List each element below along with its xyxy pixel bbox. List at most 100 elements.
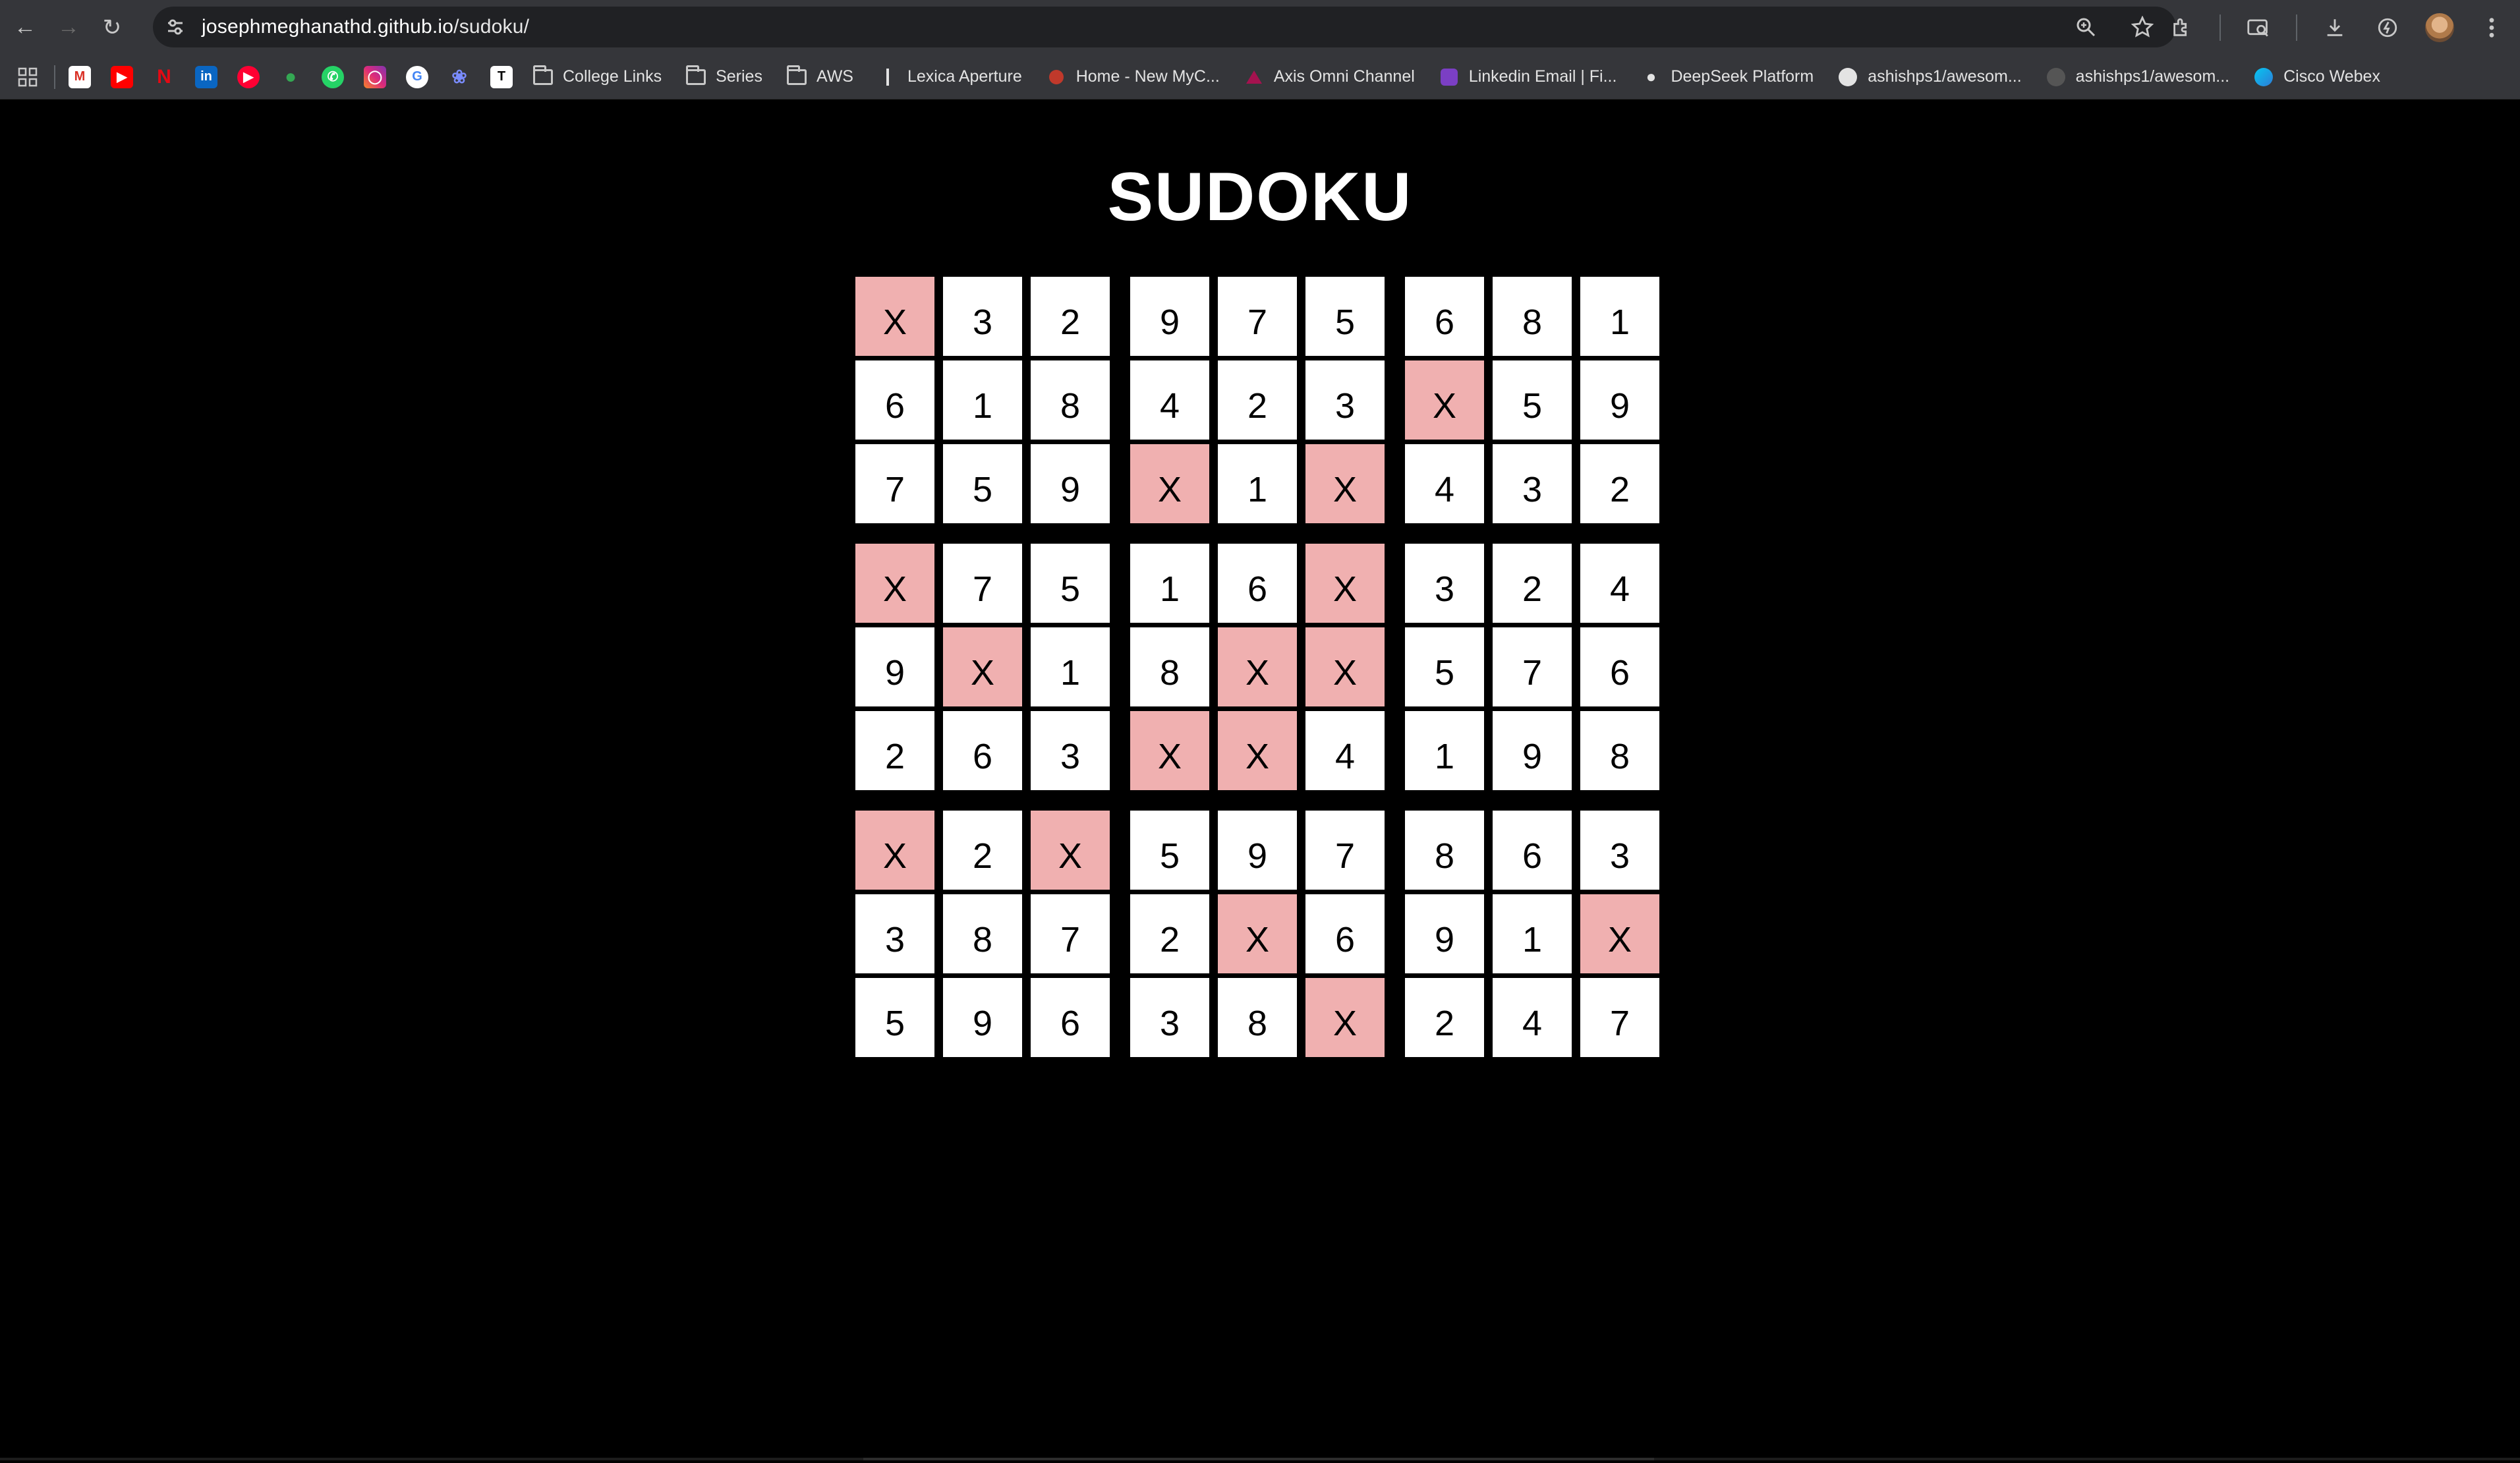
google-maps-icon[interactable]: ● [279, 66, 302, 88]
sudoku-cell-r6-c7[interactable]: 1 [1405, 711, 1484, 790]
sudoku-cell-r4-c9[interactable]: 4 [1580, 544, 1659, 623]
sudoku-cell-r6-c6[interactable]: 4 [1305, 711, 1385, 790]
sudoku-cell-r5-c7[interactable]: 5 [1405, 627, 1484, 706]
chatgpt-icon[interactable]: ❀ [448, 66, 471, 88]
bookmark-college-links[interactable]: College Links [532, 65, 662, 88]
sudoku-cell-r6-c4[interactable]: X [1130, 711, 1209, 790]
profile-avatar[interactable] [2425, 13, 2454, 42]
sudoku-cell-r9-c9[interactable]: 7 [1580, 978, 1659, 1057]
sudoku-cell-r8-c1[interactable]: 3 [855, 894, 934, 973]
sudoku-cell-r2-c1[interactable]: 6 [855, 360, 934, 440]
sudoku-cell-r7-c1[interactable]: X [855, 811, 934, 890]
whatsapp-icon[interactable]: ✆ [322, 65, 344, 88]
sudoku-cell-r7-c2[interactable]: 2 [943, 811, 1022, 890]
sudoku-cell-r8-c3[interactable]: 7 [1031, 894, 1110, 973]
sudoku-cell-r8-c5[interactable]: X [1218, 894, 1297, 973]
sudoku-cell-r8-c6[interactable]: 6 [1305, 894, 1385, 973]
sudoku-cell-r8-c8[interactable]: 1 [1493, 894, 1572, 973]
sudoku-cell-r7-c4[interactable]: 5 [1130, 811, 1209, 890]
gmail-icon[interactable]: M [69, 65, 91, 88]
site-settings-icon[interactable] [162, 14, 188, 40]
sudoku-cell-r4-c5[interactable]: 6 [1218, 544, 1297, 623]
sudoku-cell-r1-c2[interactable]: 3 [943, 277, 1022, 356]
sudoku-cell-r3-c1[interactable]: 7 [855, 444, 934, 523]
sudoku-cell-r2-c2[interactable]: 1 [943, 360, 1022, 440]
bookmark-deepseek-platform[interactable]: ● DeepSeek Platform [1640, 67, 1814, 88]
back-button[interactable]: ← [7, 9, 43, 46]
sudoku-cell-r3-c6[interactable]: X [1305, 444, 1385, 523]
sudoku-cell-r6-c1[interactable]: 2 [855, 711, 934, 790]
sudoku-cell-r9-c3[interactable]: 6 [1031, 978, 1110, 1057]
sudoku-cell-r5-c1[interactable]: 9 [855, 627, 934, 706]
sudoku-cell-r6-c2[interactable]: 6 [943, 711, 1022, 790]
sudoku-cell-r7-c5[interactable]: 9 [1218, 811, 1297, 890]
sudoku-cell-r3-c5[interactable]: 1 [1218, 444, 1297, 523]
instagram-icon[interactable]: ◯ [364, 65, 386, 88]
bookmark-aws[interactable]: AWS [786, 65, 853, 88]
sudoku-cell-r5-c8[interactable]: 7 [1493, 627, 1572, 706]
sudoku-cell-r5-c5[interactable]: X [1218, 627, 1297, 706]
sudoku-cell-r6-c8[interactable]: 9 [1493, 711, 1572, 790]
sudoku-cell-r9-c2[interactable]: 9 [943, 978, 1022, 1057]
sudoku-cell-r1-c9[interactable]: 1 [1580, 277, 1659, 356]
bookmark-cisco-webex[interactable]: Cisco Webex [2253, 67, 2380, 88]
sudoku-cell-r5-c3[interactable]: 1 [1031, 627, 1110, 706]
sudoku-cell-r7-c3[interactable]: X [1031, 811, 1110, 890]
tab-search-icon[interactable] [2243, 13, 2274, 43]
sudoku-cell-r1-c6[interactable]: 5 [1305, 277, 1385, 356]
sudoku-cell-r9-c6[interactable]: X [1305, 978, 1385, 1057]
sudoku-cell-r6-c9[interactable]: 8 [1580, 711, 1659, 790]
sudoku-cell-r4-c1[interactable]: X [855, 544, 934, 623]
sudoku-cell-r3-c7[interactable]: 4 [1405, 444, 1484, 523]
sudoku-cell-r3-c3[interactable]: 9 [1031, 444, 1110, 523]
url-text[interactable]: josephmeghanathd.github.io/sudoku/ [202, 16, 529, 38]
sudoku-cell-r6-c3[interactable]: 3 [1031, 711, 1110, 790]
sudoku-cell-r8-c2[interactable]: 8 [943, 894, 1022, 973]
sudoku-cell-r9-c7[interactable]: 2 [1405, 978, 1484, 1057]
forward-button[interactable]: → [50, 9, 87, 46]
sudoku-cell-r2-c8[interactable]: 5 [1493, 360, 1572, 440]
sudoku-cell-r4-c3[interactable]: 5 [1031, 544, 1110, 623]
address-bar[interactable]: josephmeghanathd.github.io/sudoku/ [153, 7, 2176, 47]
performance-icon[interactable] [2372, 13, 2403, 43]
sudoku-cell-r8-c4[interactable]: 2 [1130, 894, 1209, 973]
bookmark-github-1[interactable]: ashishps1/awesom... [1837, 67, 2022, 88]
sudoku-cell-r4-c2[interactable]: 7 [943, 544, 1022, 623]
sudoku-cell-r2-c5[interactable]: 2 [1218, 360, 1297, 440]
reload-button[interactable]: ↻ [94, 9, 130, 46]
sudoku-cell-r7-c9[interactable]: 3 [1580, 811, 1659, 890]
sudoku-cell-r7-c8[interactable]: 6 [1493, 811, 1572, 890]
linkedin-icon[interactable]: in [195, 65, 217, 88]
sudoku-cell-r9-c5[interactable]: 8 [1218, 978, 1297, 1057]
extensions-icon[interactable] [2167, 13, 2197, 43]
sudoku-cell-r4-c8[interactable]: 2 [1493, 544, 1572, 623]
sudoku-cell-r1-c4[interactable]: 9 [1130, 277, 1209, 356]
sudoku-cell-r2-c3[interactable]: 8 [1031, 360, 1110, 440]
sudoku-cell-r4-c7[interactable]: 3 [1405, 544, 1484, 623]
sudoku-cell-r2-c6[interactable]: 3 [1305, 360, 1385, 440]
sudoku-cell-r8-c7[interactable]: 9 [1405, 894, 1484, 973]
sudoku-cell-r6-c5[interactable]: X [1218, 711, 1297, 790]
sudoku-cell-r1-c3[interactable]: 2 [1031, 277, 1110, 356]
sudoku-cell-r1-c1[interactable]: X [855, 277, 934, 356]
sudoku-cell-r2-c9[interactable]: 9 [1580, 360, 1659, 440]
sudoku-cell-r9-c1[interactable]: 5 [855, 978, 934, 1057]
sudoku-cell-r2-c7[interactable]: X [1405, 360, 1484, 440]
sudoku-cell-r4-c6[interactable]: X [1305, 544, 1385, 623]
bookmark-series[interactable]: Series [685, 65, 762, 88]
netflix-icon[interactable]: N [153, 66, 175, 88]
more-menu-icon[interactable] [2477, 13, 2507, 43]
sudoku-cell-r5-c6[interactable]: X [1305, 627, 1385, 706]
sudoku-cell-r2-c4[interactable]: 4 [1130, 360, 1209, 440]
download-icon[interactable] [2320, 13, 2350, 43]
bookmark-github-2[interactable]: ashishps1/awesom... [2046, 67, 2229, 88]
bookmark-axis-omni-channel[interactable]: Axis Omni Channel [1244, 67, 1415, 88]
apps-grid-icon[interactable] [14, 64, 41, 90]
notion-icon[interactable]: T [490, 65, 513, 88]
bookmark-lexica-aperture[interactable]: Lexica Aperture [877, 67, 1022, 88]
sudoku-cell-r1-c8[interactable]: 8 [1493, 277, 1572, 356]
sudoku-cell-r5-c4[interactable]: 8 [1130, 627, 1209, 706]
bookmark-star-icon[interactable] [2127, 12, 2158, 42]
sudoku-cell-r1-c7[interactable]: 6 [1405, 277, 1484, 356]
google-icon[interactable]: G [406, 65, 428, 88]
